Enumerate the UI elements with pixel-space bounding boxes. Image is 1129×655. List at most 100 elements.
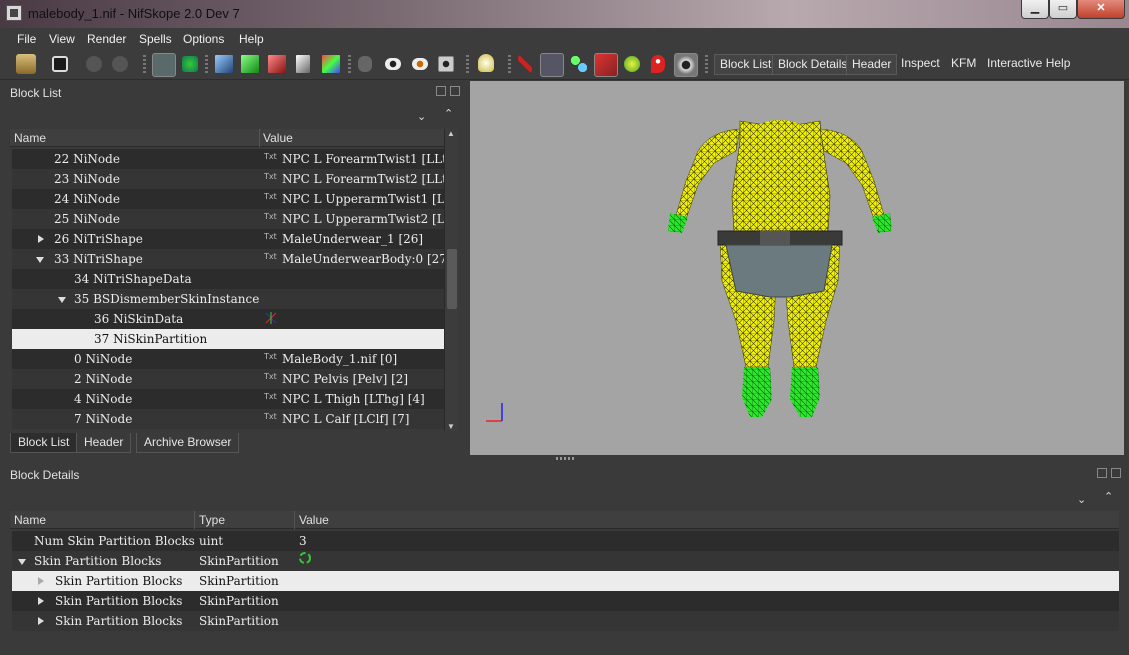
collapse-arrow-icon[interactable] (36, 257, 44, 263)
block-details-header: Name Type Value (10, 511, 1119, 529)
kfm-toggle[interactable]: KFM (946, 54, 981, 75)
block-list-scrollbar[interactable]: ▲ ▼ (444, 129, 458, 431)
collapse-all-icon[interactable]: ⌃ (1104, 490, 1113, 503)
color-icon[interactable] (624, 56, 640, 72)
header-toggle[interactable]: Header (846, 54, 898, 75)
details-row[interactable]: Skin Partition Blocks SkinPartition (12, 591, 1119, 611)
collapse-arrow-icon[interactable] (18, 559, 26, 565)
expand-arrow-icon[interactable] (38, 597, 44, 605)
bones-icon[interactable] (182, 56, 198, 72)
scroll-down-icon[interactable]: ▼ (447, 422, 455, 431)
view-flip-icon[interactable] (322, 55, 340, 73)
tab-archive-browser[interactable]: Archive Browser (136, 433, 240, 453)
menu-view[interactable]: View (49, 32, 75, 46)
block-details-toggle[interactable]: Block Details (772, 54, 854, 75)
details-row[interactable]: Skin Partition Blocks SkinPartition (12, 551, 1119, 571)
update-array-icon[interactable] (298, 551, 312, 568)
scroll-up-icon[interactable]: ▲ (447, 129, 455, 138)
eye-orange-icon[interactable] (412, 58, 428, 70)
menu-render[interactable]: Render (87, 32, 126, 46)
table-row-selected[interactable]: 37 NiSkinPartition (12, 329, 444, 349)
row-name: Num Skin Partition Blocks (34, 534, 195, 548)
visibility-icon[interactable] (674, 53, 698, 77)
details-row-selected[interactable]: Skin Partition Blocks SkinPartition (12, 571, 1119, 591)
row-type: SkinPartition (199, 594, 279, 608)
block-list-header: Name Value (10, 129, 444, 147)
table-row[interactable]: 35 BSDismemberSkinInstance (12, 289, 444, 309)
tab-header[interactable]: Header (76, 433, 132, 453)
float-icon[interactable] (1097, 468, 1107, 478)
table-row[interactable]: 22 NiNode Txt NPC L ForearmTwist1 [LLt..… (12, 149, 458, 169)
axes-icon[interactable] (540, 53, 564, 77)
text-icon: Txt (264, 172, 277, 181)
interactive-help-toggle[interactable]: Interactive Help (982, 54, 1075, 75)
nodes-icon[interactable] (570, 55, 588, 73)
table-row[interactable]: 0 NiNode Txt MaleBody_1.nif [0] (12, 349, 444, 369)
table-row[interactable]: 2 NiNode Txt NPC Pelvis [Pelv] [2] (12, 369, 444, 389)
column-value[interactable]: Value (263, 131, 293, 145)
expand-all-icon[interactable]: ⌄ (1077, 493, 1086, 506)
view-front-icon[interactable] (215, 55, 233, 73)
redo-icon[interactable] (112, 56, 128, 72)
table-row[interactable]: 25 NiNode Txt NPC L UpperarmTwist2 [L... (12, 209, 456, 229)
details-row[interactable]: Num Skin Partition Blocks uint 3 (12, 531, 1119, 551)
menu-file[interactable]: File (17, 32, 36, 46)
view-walk-icon[interactable] (296, 55, 310, 73)
row-name: 26 NiTriShape (54, 232, 143, 246)
load-icon[interactable] (16, 54, 36, 74)
column-value[interactable]: Value (299, 513, 329, 527)
inspect-toggle[interactable]: Inspect (896, 54, 945, 75)
row-name: 36 NiSkinData (94, 312, 184, 326)
column-name[interactable]: Name (14, 131, 46, 145)
details-row[interactable]: Skin Partition Blocks SkinPartition (12, 611, 1119, 631)
close-panel-icon[interactable] (1111, 468, 1121, 478)
eye-icon[interactable] (385, 58, 401, 70)
marker-icon[interactable] (651, 55, 665, 73)
expand-arrow-icon[interactable] (38, 577, 44, 585)
maximize-button[interactable]: ▭ (1049, 0, 1077, 19)
undo-icon[interactable] (86, 56, 102, 72)
view-top-icon[interactable] (268, 55, 286, 73)
menu-options[interactable]: Options (183, 32, 224, 46)
row-name: 37 NiSkinPartition (94, 332, 208, 346)
minimize-button[interactable]: ▁ (1021, 0, 1049, 19)
block-list-toggle[interactable]: Block List (714, 54, 778, 75)
scroll-thumb[interactable] (447, 249, 457, 309)
expand-arrow-icon[interactable] (38, 617, 44, 625)
tab-block-list[interactable]: Block List (10, 433, 78, 453)
expand-arrow-icon[interactable] (38, 235, 44, 243)
close-panel-icon[interactable] (450, 86, 460, 96)
texture-icon[interactable] (594, 53, 618, 77)
column-type[interactable]: Type (199, 513, 225, 527)
text-icon: Txt (264, 212, 277, 221)
table-row[interactable]: 23 NiNode Txt NPC L ForearmTwist2 [LLt..… (12, 169, 458, 189)
table-row[interactable]: 26 NiTriShape Txt MaleUnderwear_1 [26] (12, 229, 444, 249)
float-icon[interactable] (436, 86, 446, 96)
row-value: MaleUnderwear_1 [26] (282, 232, 424, 246)
splitter-handle[interactable] (556, 457, 576, 460)
body-mesh (486, 120, 892, 422)
toolbar-separator (205, 55, 208, 73)
select-icon[interactable] (152, 53, 176, 77)
pin-icon[interactable] (518, 55, 532, 73)
lighting-icon[interactable] (478, 54, 494, 72)
view-left-icon[interactable] (241, 55, 259, 73)
table-row[interactable]: 4 NiNode Txt NPC L Thigh [LThg] [4] (12, 389, 444, 409)
render-viewport[interactable] (470, 81, 1124, 455)
collapse-arrow-icon[interactable] (58, 297, 66, 303)
close-button[interactable]: ✕ (1077, 0, 1125, 19)
eye-box-icon[interactable] (438, 56, 454, 72)
table-row[interactable]: 33 NiTriShape Txt MaleUnderwearBody:0 [2… (12, 249, 452, 269)
footprint-icon[interactable] (358, 56, 372, 72)
table-row[interactable]: 7 NiNode Txt NPC L Calf [LClf] [7] (12, 409, 444, 429)
menu-spells[interactable]: Spells (139, 32, 172, 46)
collapse-all-icon[interactable]: ⌃ (444, 107, 453, 120)
table-row[interactable]: 36 NiSkinData (12, 309, 444, 329)
save-icon[interactable] (52, 56, 68, 72)
menu-help[interactable]: Help (239, 32, 264, 46)
table-row[interactable]: 24 NiNode Txt NPC L UpperarmTwist1 [L... (12, 189, 456, 209)
row-name: 23 NiNode (54, 172, 120, 186)
column-name[interactable]: Name (14, 513, 46, 527)
expand-all-icon[interactable]: ⌄ (417, 110, 426, 123)
table-row[interactable]: 34 NiTriShapeData (12, 269, 444, 289)
